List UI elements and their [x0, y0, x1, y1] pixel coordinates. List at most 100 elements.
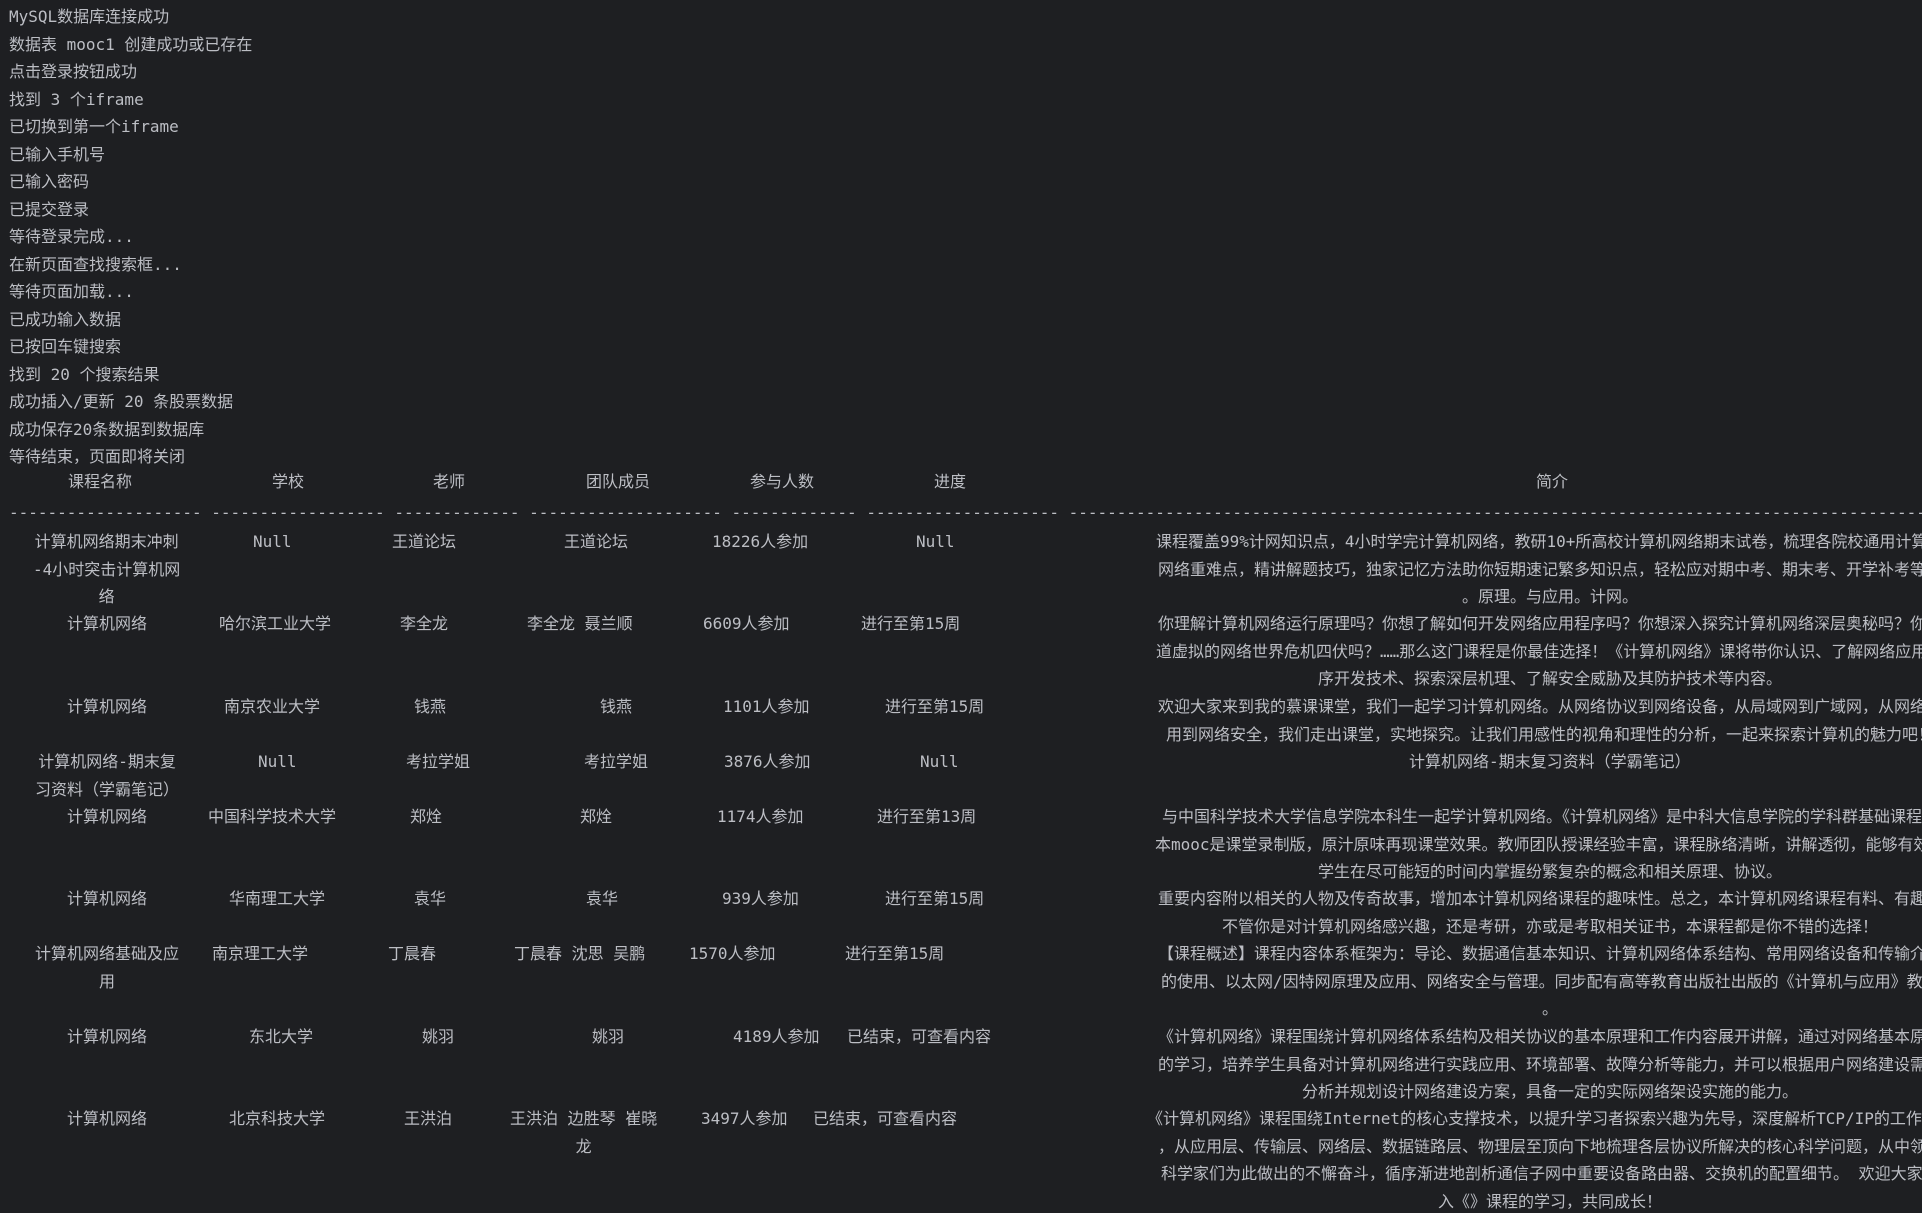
cell-intro-line: 计算机网络-期末复习资料（学霸笔记）	[1409, 752, 1691, 771]
cell-team-line: 袁华	[586, 889, 619, 908]
cell-intro-line: 的学习，培养学生具备对计算机网络进行实践应用、环境部署、故障分析等能力，并可以根…	[1158, 1054, 1922, 1074]
cell-intro-line: ，从应用层、传输层、网络层、数据链路层、物理层至顶向下地梳理各层协议所解决的核心…	[1158, 1136, 1922, 1156]
cell-progress-line: 进行至第15周	[845, 944, 945, 963]
cell-team: 考拉学姐	[584, 748, 648, 776]
cell-progress: 已结束，可查看内容	[847, 1023, 991, 1051]
cell-name-line: 计算机网络基础及应	[35, 944, 180, 963]
cell-name: 计算机网络	[67, 1105, 147, 1133]
cell-intro-line: 不管你是对计算机网络感兴趣，还是考研，亦或是考取相关证书，本课程都是你不错的选择…	[1222, 916, 1879, 936]
cell-name: 计算机网络基础及应用	[35, 940, 179, 995]
log-line: 已按回车键搜索	[9, 337, 122, 356]
cell-teacher-line: 王洪泊	[404, 1109, 453, 1128]
cell-count: 1101人参加	[723, 693, 810, 721]
cell-progress: 进行至第15周	[845, 940, 944, 968]
cell-school-line: 北京科技大学	[229, 1109, 326, 1128]
cell-name-line: 用	[99, 971, 116, 991]
log-line: 已输入手机号	[9, 144, 106, 164]
cell-count: 1570人参加	[689, 940, 776, 968]
cell-name: 计算机网络	[67, 693, 147, 721]
cell-school-line: Null	[258, 752, 297, 771]
cell-school: 哈尔滨工业大学	[219, 610, 331, 638]
cell-team: 李全龙 聂兰顺	[527, 610, 633, 638]
cell-progress: Null	[920, 748, 959, 776]
header-team: 团队成员	[586, 472, 651, 491]
cell-name: 计算机网络	[67, 610, 147, 638]
header-participants: 参与人数	[750, 472, 815, 491]
cell-teacher-line: 郑烇	[410, 807, 443, 826]
log-line: 等待页面加载...	[9, 282, 134, 301]
cell-team-line: 姚羽	[592, 1027, 625, 1046]
cell-school: Null	[258, 748, 297, 776]
cell-intro-line: 欢迎大家来到我的慕课课堂，我们一起学习计算机网络。从网络协议到网络设备，从局域网…	[1158, 697, 1922, 716]
cell-team: 姚羽	[592, 1023, 624, 1051]
cell-school: 南京理工大学	[212, 940, 308, 968]
header-progress: 进度	[934, 472, 967, 491]
cell-intro-line: 道虚拟的网络世界危机四伏吗？……那么这门课程是你最佳选择！《计算机网络》课将带你…	[1156, 641, 1922, 661]
cell-count: 6609人参加	[703, 610, 790, 638]
cell-teacher: 考拉学姐	[406, 748, 470, 776]
cell-intro-line: 序开发技术、探索深层机理、了解安全威胁及其防护技术等内容。	[1318, 669, 1783, 688]
cell-school-line: 南京理工大学	[212, 944, 309, 963]
header-course-name: 课程名称	[68, 472, 133, 491]
cell-progress: 进行至第15周	[885, 885, 984, 913]
cell-school: 南京农业大学	[224, 693, 320, 721]
cell-team: 王道论坛	[564, 528, 628, 556]
log-line: MySQL数据库连接成功	[9, 7, 170, 26]
log-line: 已输入密码	[9, 172, 90, 191]
header-school: 学校	[272, 472, 305, 491]
cell-school: Null	[253, 528, 292, 556]
log-lines: MySQL数据库连接成功 数据表 mooc1 创建成功或已存在 点击登录按钮成功 找到…	[9, 3, 252, 471]
header-intro: 简介	[1536, 472, 1569, 491]
cell-progress: 已结束，可查看内容	[813, 1105, 957, 1133]
cell-intro-line: 【课程概述】课程内容体系框架为：导论、数据通信基本知识、计算机网络体系结构、常用…	[1158, 944, 1922, 963]
cell-count-line: 939人参加	[722, 889, 799, 908]
cell-intro-line: 重要内容附以相关的人物及传奇故事，增加本计算机网络课程的趣味性。总之，本计算机网…	[1158, 889, 1922, 908]
cell-teacher-line: 李全龙	[400, 614, 449, 633]
cell-name-line: 计算机网络期末冲刺	[34, 532, 179, 551]
cell-intro-line: 学生在尽可能短的时间内掌握纷繁复杂的概念和相关原理、协议。	[1318, 862, 1783, 881]
log-line: 成功保存20条数据到数据库	[9, 419, 205, 439]
cell-count: 939人参加	[722, 885, 799, 913]
log-line: 在新页面查找搜索框...	[9, 254, 182, 274]
cell-intro-line: 与中国科学技术大学信息学院本科生一起学计算机网络。《计算机网络》是中科大信息学院…	[1162, 807, 1922, 826]
log-line: 已成功输入数据	[9, 309, 122, 329]
cell-name-line: -4小时突击计算机网	[33, 559, 181, 579]
cell-team-line: 钱燕	[600, 697, 633, 716]
cell-name: 计算机网络	[67, 885, 147, 913]
cell-intro-line: 入《》课程的学习，共同成长！	[1438, 1191, 1663, 1211]
cell-progress-line: 已结束，可查看内容	[813, 1109, 958, 1128]
cell-count-line: 1174人参加	[717, 807, 804, 826]
cell-school-line: 哈尔滨工业大学	[219, 614, 332, 633]
cell-teacher: 钱燕	[414, 693, 446, 721]
table-separator: -------------------- ------------------ …	[9, 503, 1922, 522]
cell-name-line: 计算机网络	[67, 807, 148, 826]
cell-name-line: 计算机网络	[67, 1109, 148, 1128]
log-line: 数据表 mooc1 创建成功或已存在	[9, 34, 253, 54]
cell-teacher: 袁华	[414, 885, 446, 913]
cell-name-line: 计算机网络-期末复	[38, 752, 176, 771]
cell-intro-line: 《计算机网络》课程围绕Internet的核心支撑技术，以提升学习者探索兴趣为先导…	[1147, 1109, 1922, 1128]
log-line: 找到 3 个iframe	[9, 89, 144, 109]
cell-progress-line: 进行至第15周	[861, 614, 961, 633]
cell-intro-line: 科学家们为此做出的不懈奋斗，循序渐进地剖析通信子网中重要设备路由器、交换机的配置…	[1161, 1164, 1922, 1183]
cell-count: 3876人参加	[724, 748, 811, 776]
cell-intro-line: 分析并规划设计网络建设方案，具备一定的实际网络架设实施的能力。	[1302, 1082, 1799, 1101]
cell-progress: 进行至第15周	[861, 610, 960, 638]
cell-team-line: 龙	[575, 1136, 592, 1156]
cell-count-line: 3876人参加	[724, 752, 811, 771]
cell-teacher: 王洪泊	[404, 1105, 452, 1133]
cell-name-line: 计算机网络	[67, 889, 148, 908]
cell-count: 4189人参加	[733, 1023, 820, 1051]
cell-school-line: Null	[253, 532, 292, 551]
cell-intro-line: 。	[1542, 999, 1559, 1018]
cell-progress-line: 进行至第15周	[885, 889, 985, 908]
cell-team-line: 王道论坛	[564, 532, 629, 551]
cell-count: 18226人参加	[712, 528, 808, 556]
cell-name-line: 计算机网络	[67, 614, 148, 633]
cell-name: 计算机网络	[67, 1023, 147, 1051]
cell-intro-line: 《计算机网络》课程围绕计算机网络体系结构及相关协议的基本原理和工作内容展开讲解，…	[1158, 1027, 1922, 1046]
cell-progress-line: 进行至第13周	[877, 807, 977, 826]
cell-team: 丁晨春 沈思 吴鹏	[514, 940, 645, 968]
cell-team-line: 丁晨春 沈思 吴鹏	[514, 944, 646, 963]
log-line: 找到 20 个搜索结果	[9, 364, 160, 384]
